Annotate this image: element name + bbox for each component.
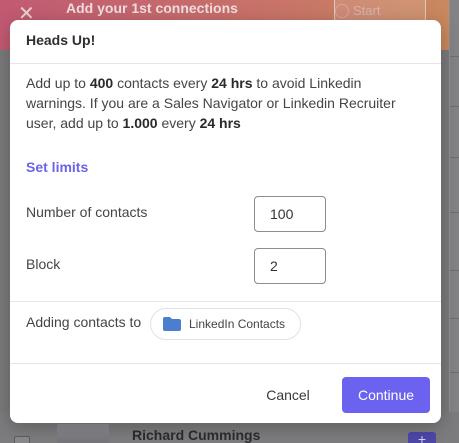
block-label: Block [26, 256, 61, 272]
modal-title: Heads Up! [26, 32, 96, 48]
list-name: LinkedIn Contacts [189, 317, 286, 331]
adding-contacts-label: Adding contacts to [26, 314, 142, 330]
footer-divider [10, 363, 441, 364]
right-panel-edge [449, 0, 459, 443]
limits-modal: Heads Up! Add up to 400 contacts every 2… [10, 20, 441, 423]
fields-divider [10, 301, 441, 302]
set-limits-link[interactable]: Set limits [26, 159, 88, 175]
add-contact-button[interactable]: + [408, 432, 436, 443]
block-input[interactable] [254, 248, 326, 284]
avatar [57, 424, 109, 443]
cancel-button[interactable]: Cancel [250, 378, 326, 412]
contacts-count-label: Number of contacts [26, 204, 148, 220]
contact-name: Richard Cummings [132, 427, 261, 443]
play-icon [335, 4, 349, 18]
row-checkbox[interactable] [14, 436, 30, 443]
continue-button[interactable]: Continue [342, 377, 430, 413]
start-label: Start [353, 3, 381, 18]
start-button[interactable]: Start [334, 0, 426, 22]
header-divider [10, 63, 441, 64]
folder-icon [163, 317, 181, 331]
contacts-count-input[interactable] [254, 196, 326, 232]
warning-text: Add up to 400 contacts every 24 hrs to a… [26, 75, 396, 131]
list-selector-chip[interactable]: LinkedIn Contacts [150, 308, 301, 340]
banner-title: Add your 1st connections [66, 0, 238, 16]
